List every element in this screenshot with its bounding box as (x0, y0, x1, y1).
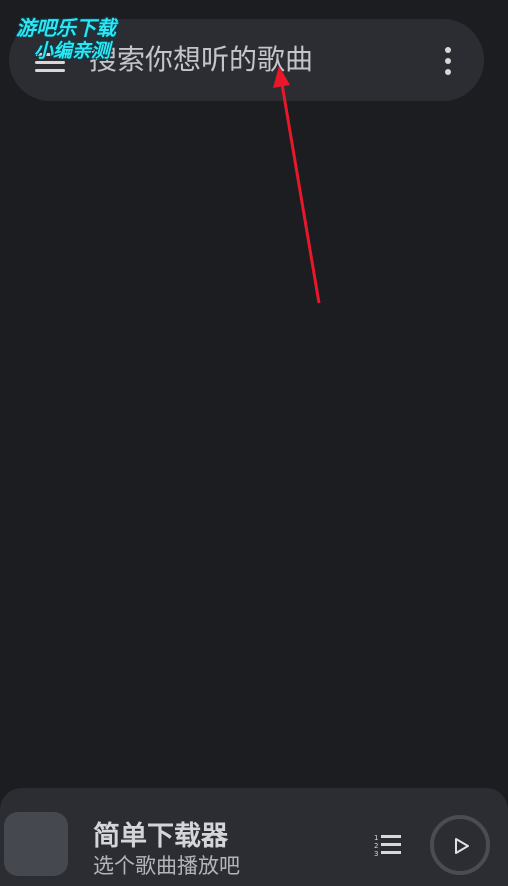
player-bar[interactable]: 简单下载器 选个歌曲播放吧 1 2 3 (0, 788, 508, 886)
song-title: 简单下载器 (93, 821, 228, 852)
playlist-icon[interactable]: 1 2 3 (374, 833, 404, 859)
svg-text:2: 2 (374, 842, 378, 850)
watermark-line2: 小编亲测 (34, 40, 111, 62)
watermark: 游吧乐下载 小编亲测 (6, 10, 152, 62)
annotation-arrow (273, 66, 321, 304)
play-icon (455, 838, 469, 854)
song-subtitle: 选个歌曲播放吧 (93, 854, 240, 878)
album-art[interactable] (4, 812, 68, 876)
svg-text:1: 1 (374, 834, 378, 842)
more-vertical-icon[interactable] (444, 47, 452, 75)
play-button[interactable] (430, 815, 490, 875)
svg-text:3: 3 (374, 850, 378, 858)
